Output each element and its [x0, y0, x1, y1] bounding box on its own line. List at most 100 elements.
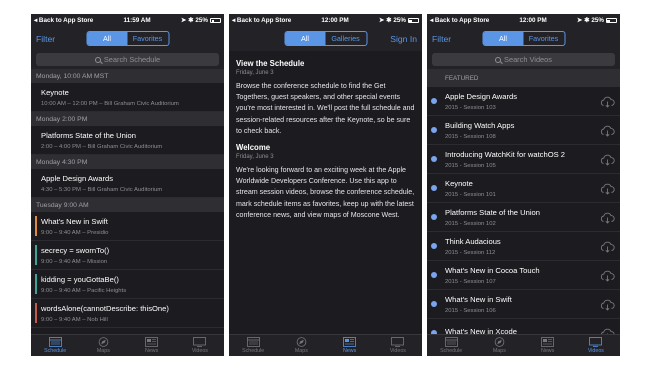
tab-label: Videos [191, 348, 208, 354]
video-session: 2015 - Session 101 [445, 191, 496, 198]
session-time-location: 2:00 – 4:00 PM – Bill Graham Civic Audit… [41, 144, 163, 150]
schedule-item[interactable]: wordsAlone(cannotDescribe: thisOne) 9:00 … [31, 299, 224, 328]
tab-label: News [541, 348, 555, 354]
schedule-item[interactable]: secrecy = swornTo() 9:00 – 9:40 AM – Miss… [31, 241, 224, 270]
tab-maps[interactable]: Maps [79, 335, 127, 356]
back-to-app-store-link[interactable]: ◂ Back to App Store [34, 17, 93, 24]
video-row[interactable]: Apple Design Awards 2015 - Session 103 [427, 87, 620, 116]
bluetooth-icon: ✱ [188, 17, 194, 24]
tab-schedule[interactable]: Schedule [427, 335, 475, 356]
news-article[interactable]: View the Schedule Friday, June 3 Browse … [236, 59, 415, 137]
tab-news[interactable]: News [326, 335, 374, 356]
tab-videos[interactable]: Videos [374, 335, 422, 356]
video-row[interactable]: Platforms State of the Union 2015 - Sessi… [427, 203, 620, 232]
video-row[interactable]: What's New in Xcode [427, 319, 620, 334]
tab-maps[interactable]: Maps [277, 335, 325, 356]
download-cloud-icon[interactable] [600, 211, 615, 224]
tab-label: Maps [96, 348, 110, 354]
download-cloud-icon[interactable] [600, 153, 615, 166]
video-title: Building Watch Apps [445, 120, 515, 130]
video-title: Think Audacious [445, 236, 501, 246]
filter-button[interactable]: Filter [36, 34, 76, 44]
search-placeholder: Search Schedule [103, 55, 161, 64]
tab-news[interactable]: News [524, 335, 572, 356]
tab-schedule[interactable]: Schedule [229, 335, 277, 356]
schedule-item[interactable]: What's New in Swift 9:00 – 9:40 AM – Pres… [31, 212, 224, 241]
maps-icon [97, 337, 110, 347]
segment-galleries[interactable]: Galleries [325, 32, 366, 45]
tab-label: Schedule [44, 348, 67, 354]
location-icon: ➤ [576, 17, 583, 24]
download-cloud-icon[interactable] [600, 240, 615, 253]
search-field[interactable]: Search Videos [432, 53, 615, 66]
tab-videos[interactable]: Videos [572, 335, 620, 356]
tab-news[interactable]: News [128, 335, 176, 356]
unwatched-dot-icon [431, 272, 437, 278]
battery-percent: 25% [591, 17, 604, 24]
session-time-location: 4:30 – 5:30 PM – Bill Graham Civic Audit… [41, 187, 163, 193]
segment-all[interactable]: All [87, 32, 127, 45]
download-cloud-icon[interactable] [600, 327, 615, 334]
session-title: Keynote [41, 88, 69, 97]
segment-all[interactable]: All [483, 32, 523, 45]
tab-videos[interactable]: Videos [176, 335, 224, 356]
video-row[interactable]: Keynote 2015 - Session 101 [427, 174, 620, 203]
search-field[interactable]: Search Schedule [36, 53, 219, 66]
video-title: What's New in Cocoa Touch [445, 265, 540, 275]
news-article[interactable]: Welcome Friday, June 3 We're looking for… [236, 143, 415, 221]
video-session: 2015 - Session 102 [445, 220, 496, 227]
video-list[interactable]: FEATURED Apple Design Awards 2015 - Sessi… [427, 69, 620, 334]
schedule-icon [246, 337, 260, 347]
video-row[interactable]: Introducing WatchKit for watchOS 2 2015 -… [427, 145, 620, 174]
schedule-item[interactable]: Keynote 10:00 AM – 12:00 PM – Bill Graham… [31, 83, 224, 112]
tab-label: Videos [389, 348, 406, 354]
unwatched-dot-icon [431, 185, 437, 191]
videos-icon [391, 337, 405, 347]
sign-in-button[interactable]: Sign In [377, 34, 417, 44]
back-to-app-store-link[interactable]: ◂ Back to App Store [430, 17, 489, 24]
session-title: wordsAlone(cannotDescribe: thisOne) [41, 304, 169, 313]
session-title: What's New in Swift [41, 217, 108, 226]
segment-all[interactable]: All [285, 32, 325, 45]
schedule-screen: ◂ Back to App Store 11:59 AM ➤ ✱ 25% Filte… [31, 14, 224, 356]
download-cloud-icon[interactable] [600, 124, 615, 137]
tab-label: News [145, 348, 159, 354]
nav-bar: All Galleries Sign In [229, 27, 422, 51]
track-color-bar [35, 130, 37, 150]
article-body: We're looking forward to an exciting wee… [236, 166, 415, 219]
section-header: Monday 2:00 PM [31, 112, 224, 126]
unwatched-dot-icon [431, 127, 437, 133]
segment-favorites[interactable]: Favorites [523, 32, 564, 45]
session-time-location: 9:00 – 9:40 AM – Nob Hill [41, 317, 108, 323]
section-header-featured: FEATURED [427, 69, 620, 87]
schedule-item[interactable]: kidding = youGottaBe() 9:00 – 9:40 AM – P… [31, 270, 224, 299]
video-row[interactable]: Think Audacious 2015 - Session 112 [427, 232, 620, 261]
tab-bar: Schedule Maps News Videos [31, 334, 224, 356]
segment-favorites[interactable]: Favorites [127, 32, 168, 45]
bluetooth-icon: ✱ [386, 17, 392, 24]
battery-icon [407, 18, 419, 23]
session-title: Apple Design Awards [41, 174, 114, 183]
video-row[interactable]: What's New in Swift 2015 - Session 106 [427, 290, 620, 319]
news-feed[interactable]: View the Schedule Friday, June 3 Browse … [229, 51, 422, 221]
tab-label: Maps [492, 348, 506, 354]
filter-button[interactable]: Filter [432, 34, 472, 44]
schedule-item[interactable]: Platforms State of the Union 2:00 – 4:00 … [31, 126, 224, 155]
track-color-bar [35, 216, 37, 236]
maps-icon [295, 337, 308, 347]
download-cloud-icon[interactable] [600, 269, 615, 282]
tab-maps[interactable]: Maps [475, 335, 523, 356]
video-row[interactable]: What's New in Cocoa Touch 2015 - Session … [427, 261, 620, 290]
unwatched-dot-icon [431, 301, 437, 307]
schedule-icon [444, 337, 458, 347]
download-cloud-icon[interactable] [600, 298, 615, 311]
back-to-app-store-link[interactable]: ◂ Back to App Store [232, 17, 291, 24]
schedule-list[interactable]: Monday, 10:00 AM MST Keynote 10:00 AM – 12… [31, 69, 224, 334]
video-row[interactable]: Building Watch Apps 2015 - Session 108 [427, 116, 620, 145]
tab-schedule[interactable]: Schedule [31, 335, 79, 356]
download-cloud-icon[interactable] [600, 182, 615, 195]
status-bar: ◂ Back to App Store 11:59 AM ➤ ✱ 25% [31, 14, 224, 27]
download-cloud-icon[interactable] [600, 95, 615, 108]
status-bar: ◂ Back to App Store 12:00 PM ➤ ✱ 25% [229, 14, 422, 27]
schedule-item[interactable]: Apple Design Awards 4:30 – 5:30 PM – Bill… [31, 169, 224, 198]
